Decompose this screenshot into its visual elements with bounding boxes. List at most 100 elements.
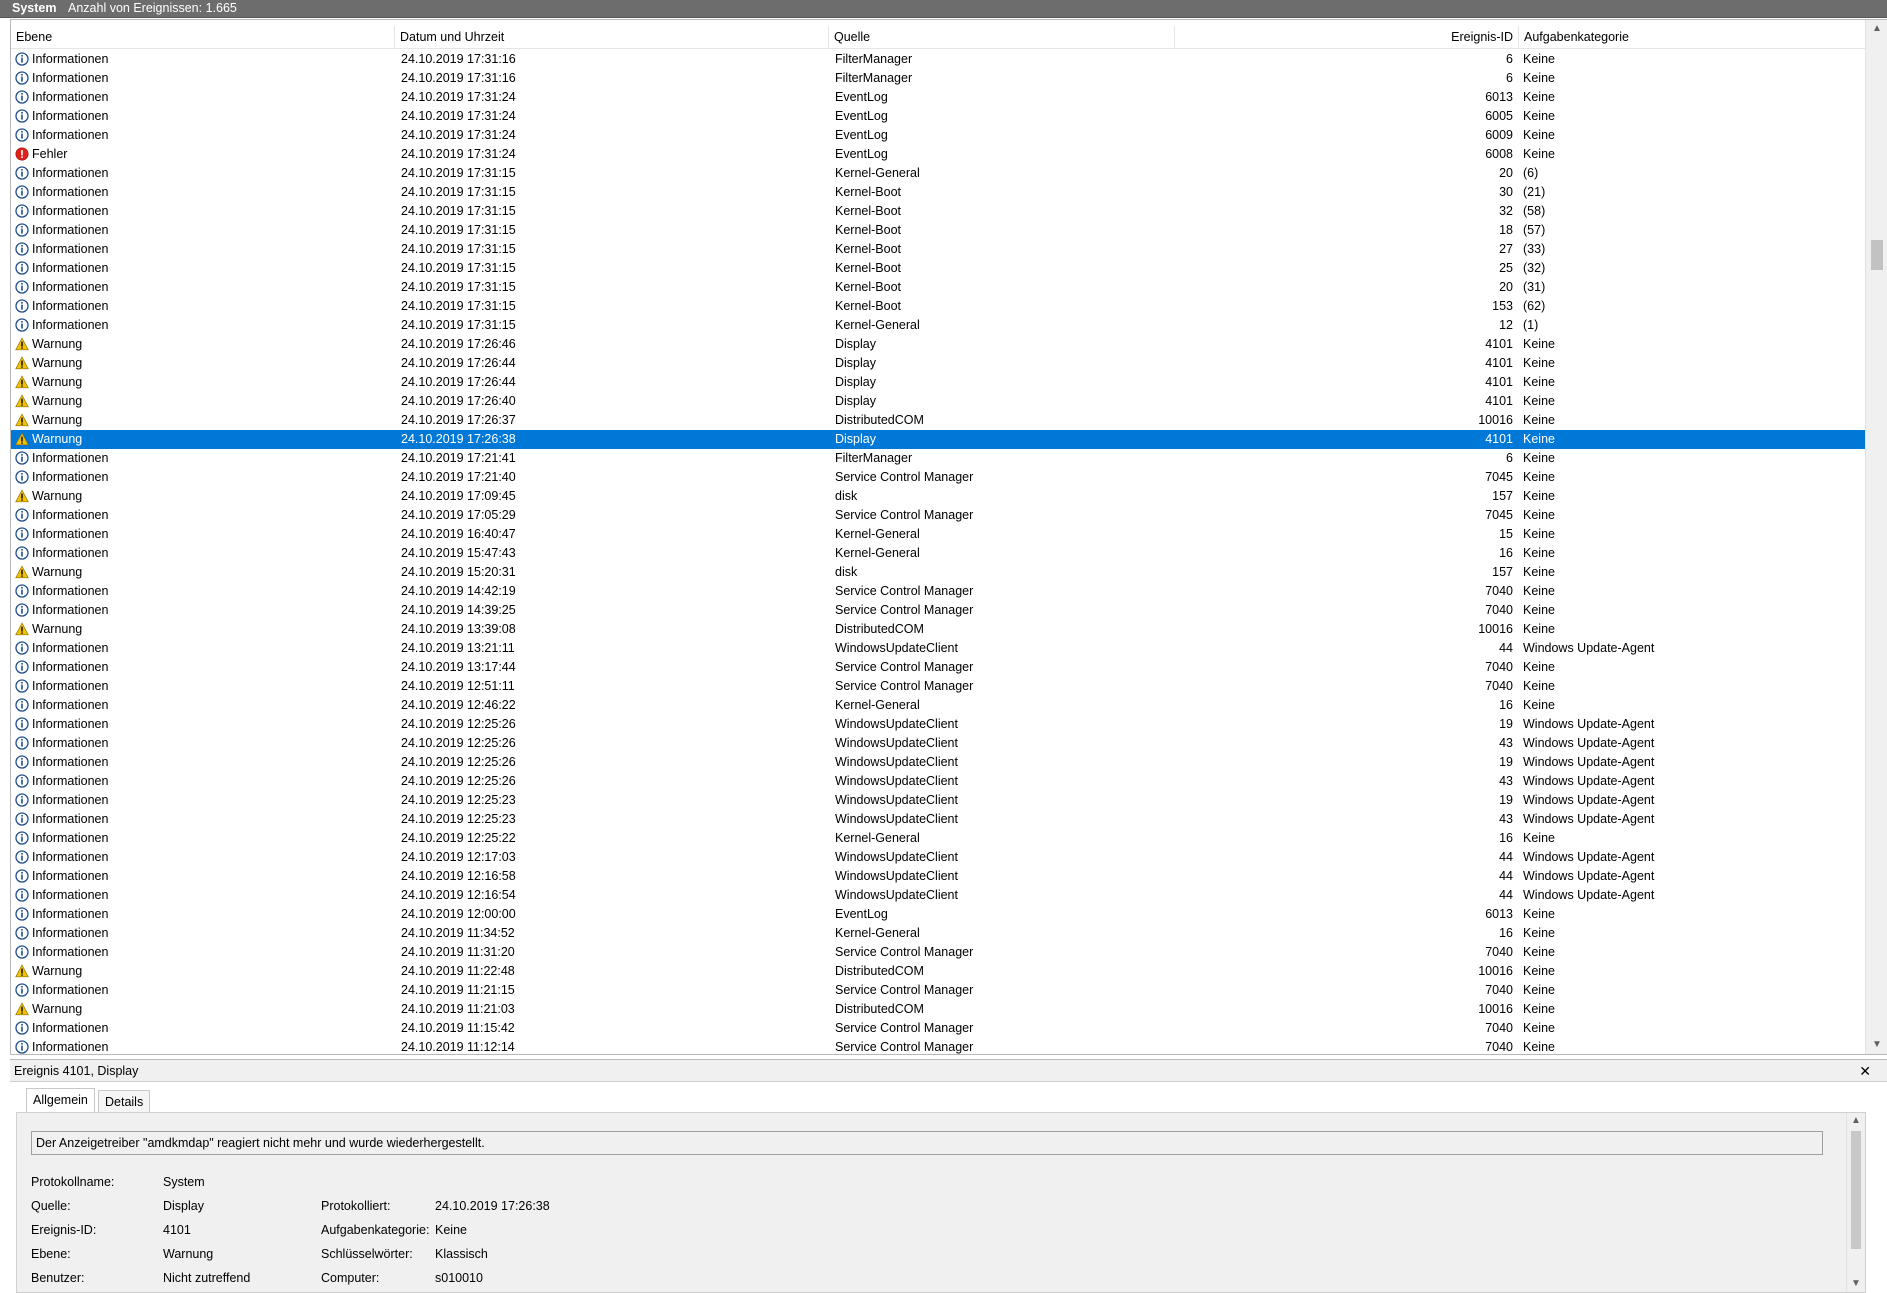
event-date: 24.10.2019 12:16:58: [401, 869, 516, 883]
column-header-date[interactable]: Datum und Uhrzeit: [395, 26, 829, 48]
event-row[interactable]: Warnung 24.10.2019 11:21:03 DistributedCOM…: [11, 1000, 1865, 1019]
event-row[interactable]: Informationen 24.10.2019 13:21:11 WindowsU…: [11, 639, 1865, 658]
event-row[interactable]: Informationen 24.10.2019 12:46:22 Kernel-G…: [11, 696, 1865, 715]
event-row[interactable]: Informationen 24.10.2019 12:25:26 WindowsU…: [11, 715, 1865, 734]
tab-general[interactable]: Allgemein: [26, 1088, 95, 1114]
scroll-up-arrow-icon[interactable]: ▲: [1866, 20, 1887, 38]
scroll-down-arrow-icon[interactable]: ▼: [1866, 1036, 1887, 1054]
event-row[interactable]: Fehler 24.10.2019 17:31:24 EventLog 6008 Kei…: [11, 145, 1865, 164]
event-row[interactable]: Informationen 24.10.2019 12:00:00 EventLog…: [11, 905, 1865, 924]
info-icon: [15, 527, 29, 541]
event-row[interactable]: Warnung 24.10.2019 17:26:44 Display 4101 Kei…: [11, 354, 1865, 373]
event-row[interactable]: Informationen 24.10.2019 17:21:40 Service …: [11, 468, 1865, 487]
event-row[interactable]: Warnung 24.10.2019 17:09:45 disk 157 Keine: [11, 487, 1865, 506]
field-label-source: Quelle:: [31, 1199, 71, 1213]
warning-icon: [15, 394, 29, 408]
event-row[interactable]: Informationen 24.10.2019 17:31:15 Kernel-G…: [11, 316, 1865, 335]
event-date: 24.10.2019 17:31:15: [401, 223, 516, 237]
detail-scrollbar[interactable]: ▲ ▼: [1846, 1113, 1865, 1292]
event-row[interactable]: Informationen 24.10.2019 12:25:26 WindowsU…: [11, 772, 1865, 791]
event-id: 157: [1492, 565, 1513, 579]
event-row[interactable]: Informationen 24.10.2019 17:31:24 EventLog…: [11, 107, 1865, 126]
event-row[interactable]: Warnung 24.10.2019 17:26:44 Display 4101 Kei…: [11, 373, 1865, 392]
event-row[interactable]: Informationen 24.10.2019 17:31:15 Kernel-B…: [11, 221, 1865, 240]
event-row[interactable]: Informationen 24.10.2019 17:31:16 FilterMa…: [11, 69, 1865, 88]
event-row[interactable]: Informationen 24.10.2019 17:31:24 EventLog…: [11, 88, 1865, 107]
event-row[interactable]: Informationen 24.10.2019 14:42:19 Service …: [11, 582, 1865, 601]
event-row[interactable]: Informationen 24.10.2019 17:31:15 Kernel-B…: [11, 297, 1865, 316]
event-row[interactable]: Warnung 24.10.2019 11:22:48 DistributedCOM…: [11, 962, 1865, 981]
column-header-category[interactable]: Aufgabenkategorie: [1519, 26, 1865, 48]
event-row[interactable]: Informationen 24.10.2019 14:39:25 Service …: [11, 601, 1865, 620]
event-row[interactable]: Informationen 24.10.2019 17:31:15 Kernel-B…: [11, 259, 1865, 278]
event-row[interactable]: Informationen 24.10.2019 17:31:15 Kernel-G…: [11, 164, 1865, 183]
event-row[interactable]: Informationen 24.10.2019 17:31:15 Kernel-B…: [11, 278, 1865, 297]
event-id: 19: [1499, 717, 1513, 731]
event-row[interactable]: Informationen 24.10.2019 11:31:20 Service …: [11, 943, 1865, 962]
close-icon[interactable]: ✕: [1859, 1062, 1871, 1080]
event-date: 24.10.2019 11:31:20: [401, 945, 515, 959]
event-row[interactable]: Informationen 24.10.2019 12:25:26 WindowsU…: [11, 734, 1865, 753]
event-list-scrollbar[interactable]: ▲ ▼: [1865, 20, 1887, 1054]
event-row[interactable]: Warnung 24.10.2019 17:26:37 DistributedCOM…: [11, 411, 1865, 430]
field-label-user: Benutzer:: [31, 1271, 85, 1285]
event-row[interactable]: Informationen 24.10.2019 11:15:42 Service …: [11, 1019, 1865, 1038]
event-id: 18: [1499, 223, 1513, 237]
selected-event-row[interactable]: Warnung 24.10.2019 17:26:38 Display 4101 Kei…: [11, 430, 1865, 449]
event-date: 24.10.2019 17:31:16: [401, 52, 516, 66]
field-value-task-category: Keine: [435, 1223, 467, 1237]
event-row[interactable]: Informationen 24.10.2019 12:16:54 WindowsU…: [11, 886, 1865, 905]
event-row[interactable]: Informationen 24.10.2019 12:17:03 WindowsU…: [11, 848, 1865, 867]
event-row[interactable]: Informationen 24.10.2019 11:34:52 Kernel-G…: [11, 924, 1865, 943]
event-row[interactable]: Informationen 24.10.2019 17:31:15 Kernel-B…: [11, 183, 1865, 202]
event-row[interactable]: Informationen 24.10.2019 12:25:26 WindowsU…: [11, 753, 1865, 772]
tab-details[interactable]: Details: [98, 1090, 151, 1114]
event-row[interactable]: Informationen 24.10.2019 12:25:23 WindowsU…: [11, 791, 1865, 810]
event-row[interactable]: Informationen 24.10.2019 17:31:15 Kernel-B…: [11, 240, 1865, 259]
column-header-level[interactable]: Ebene: [11, 26, 395, 48]
event-row[interactable]: Warnung 24.10.2019 13:39:08 DistributedCOM…: [11, 620, 1865, 639]
event-message[interactable]: Der Anzeigetreiber "amdkmdap" reagiert n…: [31, 1131, 1823, 1155]
info-icon: [15, 850, 29, 864]
event-id: 19: [1499, 755, 1513, 769]
event-row[interactable]: Informationen 24.10.2019 15:47:43 Kernel-G…: [11, 544, 1865, 563]
event-level-text: Informationen: [32, 774, 109, 788]
event-level-text: Informationen: [32, 109, 109, 123]
event-row[interactable]: Informationen 24.10.2019 11:12:14 Service …: [11, 1038, 1865, 1054]
event-row[interactable]: Informationen 24.10.2019 13:17:44 Service …: [11, 658, 1865, 677]
event-date: 24.10.2019 11:15:42: [401, 1021, 515, 1035]
event-row[interactable]: Informationen 24.10.2019 17:05:29 Service …: [11, 506, 1865, 525]
event-id: 10016: [1478, 622, 1513, 636]
event-row[interactable]: Informationen 24.10.2019 17:31:15 Kernel-B…: [11, 202, 1865, 221]
scroll-thumb[interactable]: [1871, 240, 1883, 270]
event-row[interactable]: Informationen 24.10.2019 11:21:15 Service …: [11, 981, 1865, 1000]
field-label-level: Ebene:: [31, 1247, 71, 1261]
event-row[interactable]: Informationen 24.10.2019 16:40:47 Kernel-G…: [11, 525, 1865, 544]
event-row[interactable]: Informationen 24.10.2019 12:51:11 Service …: [11, 677, 1865, 696]
event-row[interactable]: Warnung 24.10.2019 17:26:40 Display 4101 Kei…: [11, 392, 1865, 411]
event-row[interactable]: Informationen 24.10.2019 17:21:41 FilterMa…: [11, 449, 1865, 468]
event-level-text: Informationen: [32, 299, 109, 313]
detail-scroll-thumb[interactable]: [1851, 1131, 1861, 1249]
event-level: Informationen: [15, 316, 395, 335]
event-row[interactable]: Informationen 24.10.2019 17:31:24 EventLog…: [11, 126, 1865, 145]
event-row[interactable]: Warnung 24.10.2019 17:26:46 Display 4101 Kei…: [11, 335, 1865, 354]
column-header-event-id[interactable]: Ereignis-ID: [1175, 26, 1519, 48]
event-date: 24.10.2019 11:21:15: [401, 983, 515, 997]
event-row[interactable]: Informationen 24.10.2019 12:16:58 WindowsU…: [11, 867, 1865, 886]
event-id: 44: [1499, 850, 1513, 864]
event-row[interactable]: Informationen 24.10.2019 12:25:22 Kernel-G…: [11, 829, 1865, 848]
info-icon: [15, 318, 29, 332]
event-id: 4101: [1485, 356, 1513, 370]
column-header-source[interactable]: Quelle: [829, 26, 1175, 48]
event-category: Keine: [1523, 1021, 1555, 1035]
event-id: 16: [1499, 546, 1513, 560]
event-category: Keine: [1523, 432, 1555, 446]
event-row[interactable]: Informationen 24.10.2019 12:25:23 WindowsU…: [11, 810, 1865, 829]
info-icon: [15, 546, 29, 560]
event-row[interactable]: Informationen 24.10.2019 17:31:16 FilterMa…: [11, 50, 1865, 69]
event-row[interactable]: Warnung 24.10.2019 15:20:31 disk 157 Keine: [11, 563, 1865, 582]
event-list[interactable]: Ebene Datum und Uhrzeit Quelle Ereignis-…: [10, 19, 1887, 1055]
detail-scroll-up-icon[interactable]: ▲: [1847, 1113, 1865, 1129]
event-category: Keine: [1523, 603, 1555, 617]
